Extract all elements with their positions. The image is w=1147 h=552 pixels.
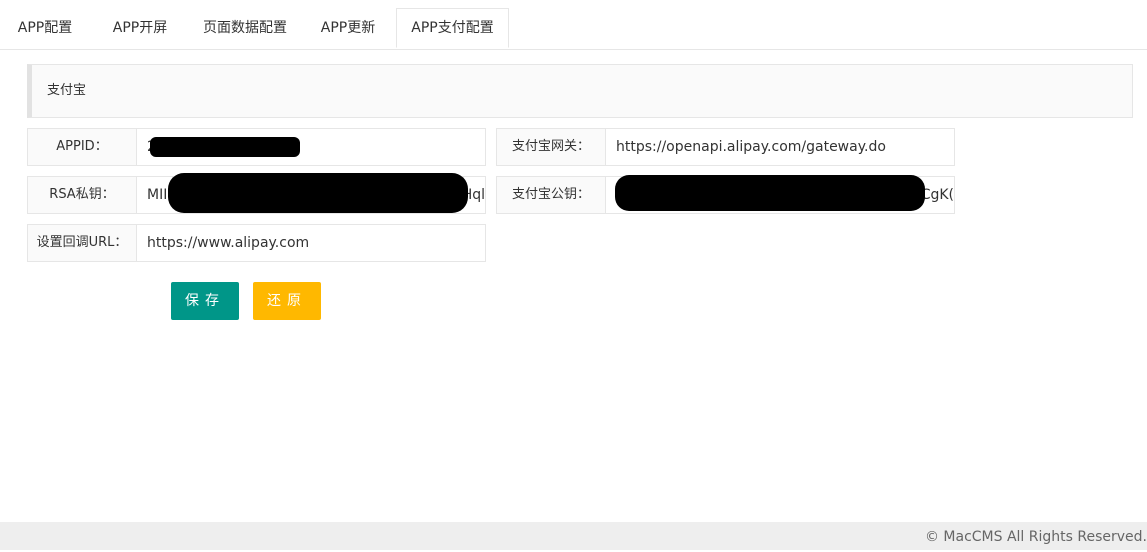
reset-button[interactable]: 还原 (253, 282, 321, 320)
tab-page-data-config[interactable]: 页面数据配置 (190, 8, 300, 48)
callback-url-field-group: 设置回调URL： https://www.alipay.com (27, 224, 486, 262)
tab-app-payment-config[interactable]: APP支付配置 (396, 8, 509, 48)
redaction-mark (168, 173, 468, 213)
rsa-private-key-label: RSA私钥： (28, 177, 137, 213)
callback-url-input[interactable]: https://www.alipay.com (137, 225, 485, 261)
alipay-public-key-field-group: 支付宝公钥： MI CgK( (496, 175, 955, 214)
footer: © MacCMS All Rights Reserved. (0, 522, 1147, 550)
redaction-mark (615, 175, 925, 211)
callback-url-label: 设置回调URL： (28, 225, 137, 261)
tab-app-update[interactable]: APP更新 (300, 8, 396, 48)
appid-field-group: APPID： 2 (27, 128, 486, 166)
rsa-private-key-value-start: MII (147, 187, 168, 203)
tab-app-config[interactable]: APP配置 (0, 8, 90, 48)
redaction-mark (150, 137, 300, 157)
copyright-text: © MacCMS All Rights Reserved. (924, 529, 1147, 545)
tab-app-splash[interactable]: APP开屏 (90, 8, 190, 48)
alipay-public-key-value-tail: CgK( (920, 187, 954, 203)
gateway-label: 支付宝网关： (497, 129, 606, 165)
gateway-input[interactable]: https://openapi.alipay.com/gateway.do (606, 129, 954, 165)
appid-label: APPID： (28, 129, 137, 165)
save-button[interactable]: 保存 (171, 282, 239, 320)
alipay-public-key-label: 支付宝公钥： (497, 177, 606, 213)
gateway-field-group: 支付宝网关： https://openapi.alipay.com/gatewa… (496, 128, 955, 166)
rsa-private-key-field-group: RSA私钥： MII Hql (27, 173, 486, 214)
section-title-alipay: 支付宝 (27, 64, 1133, 118)
tab-bar: APP配置 APP开屏 页面数据配置 APP更新 APP支付配置 (0, 0, 1147, 50)
